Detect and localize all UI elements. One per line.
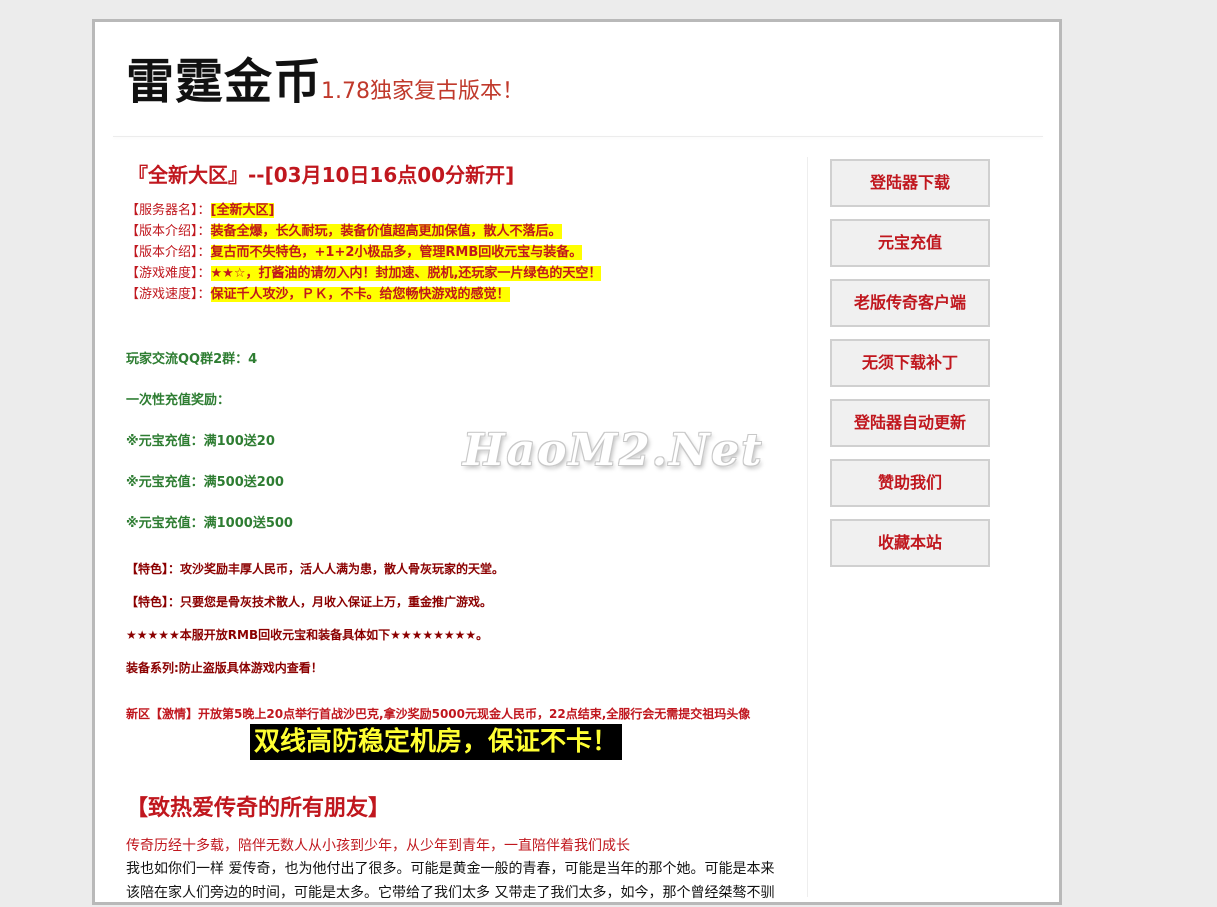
site-name[interactable]: 雷霆金币 — [126, 52, 322, 112]
sidebar-button-launcher-auto-update[interactable]: 登陆器自动更新 — [830, 399, 990, 447]
site-slogan: 1.78独家复古版本！ — [321, 79, 524, 104]
recharge-item: ※元宝充值：满100送20 — [126, 434, 275, 449]
sidebar-button-bookmark[interactable]: 收藏本站 — [830, 519, 990, 567]
sidebar-button-no-download-patch[interactable]: 无须下载补丁 — [830, 339, 990, 387]
info-value: 保证千人攻沙，ＰＫ，不卡。给您畅快游戏的感觉！ — [210, 287, 510, 302]
info-label: 【游戏速度】： — [126, 287, 211, 302]
info-label: 【版本介绍】： — [126, 224, 211, 239]
feature-line: ★★★★★本服开放RMB回收元宝和装备具体如下★★★★★★★★。 — [126, 628, 489, 642]
sidebar-button-old-client[interactable]: 老版传奇客户端 — [830, 279, 990, 327]
info-row-difficulty: 【游戏难度】：★★☆，打酱油的请勿入内！封加速、脱机,还玩家一片绿色的天空！ — [126, 264, 602, 284]
friends-title: 【致热爱传奇的所有朋友】 — [126, 796, 391, 821]
section-title: 『全新大区』--[03月10日16点00分新开] — [128, 163, 515, 187]
header-divider — [113, 136, 1043, 137]
feature-line: 【特色】：只要您是骨灰技术散人，月收入保证上万，重金推广游戏。 — [126, 595, 493, 609]
info-row-version-2: 【版本介绍】：复古而不失特色，+1+2小极品多，管理RMB回收元宝与装备。 — [126, 243, 583, 263]
info-row-version-1: 【版本介绍】：装备全爆，长久耐玩，装备价值超高更加保值，散人不落后。 — [126, 222, 562, 242]
new-zone-notice: 新区【激情】开放第5晚上20点举行首战沙巴克,拿沙奖励5000元现金人民币，22… — [126, 707, 751, 721]
sidebar-button-recharge[interactable]: 元宝充值 — [830, 219, 990, 267]
watermark: HaoM2.Net — [463, 425, 764, 476]
feature-line: 装备系列:防止盗版具体游戏内查看！ — [126, 661, 323, 675]
page-frame: 雷霆金币 1.78独家复古版本！ 『全新大区』--[03月10日16点00分新开… — [92, 19, 1062, 905]
recharge-title: 一次性充值奖励： — [126, 393, 231, 408]
info-value: [全新大区] — [210, 203, 275, 218]
intro-red-line: 传奇历经十多载，陪伴无数人从小孩到少年，从少年到青年，一直陪伴着我们成长 — [126, 838, 630, 854]
info-row-speed: 【游戏速度】：保证千人攻沙，ＰＫ，不卡。给您畅快游戏的感觉！ — [126, 285, 510, 305]
site-header: 雷霆金币 1.78独家复古版本！ — [95, 22, 1059, 137]
qq-group: 玩家交流QQ群2群：4 — [126, 352, 258, 367]
feature-line: 【特色】：攻沙奖励丰厚人民币，活人人满为患，散人骨灰玩家的天堂。 — [126, 562, 505, 576]
info-value: 复古而不失特色，+1+2小极品多，管理RMB回收元宝与装备。 — [210, 245, 583, 260]
info-label: 【游戏难度】： — [126, 266, 211, 281]
sidebar: 登陆器下载 元宝充值 老版传奇客户端 无须下载补丁 登陆器自动更新 赞助我们 收… — [830, 159, 990, 579]
info-row-server-name: 【服务器名】：[全新大区] — [126, 201, 275, 221]
info-label: 【版本介绍】： — [126, 245, 211, 260]
sidebar-button-sponsor[interactable]: 赞助我们 — [830, 459, 990, 507]
stability-banner: 双线高防稳定机房，保证不卡！ — [250, 724, 623, 760]
difficulty-stars: ★★☆ — [210, 266, 246, 281]
intro-paragraph: 我也如你们一样 爱传奇，也为他付出了很多。可能是黄金一般的青春，可能是当年的那个… — [126, 861, 775, 901]
recharge-item: ※元宝充值：满500送200 — [126, 475, 284, 490]
info-value: 装备全爆，长久耐玩，装备价值超高更加保值，散人不落后。 — [210, 224, 562, 239]
main-content: 『全新大区』--[03月10日16点00分新开] 【服务器名】：[全新大区] 【… — [126, 157, 806, 907]
sidebar-button-launcher-download[interactable]: 登陆器下载 — [830, 159, 990, 207]
info-label: 【服务器名】： — [126, 203, 211, 218]
info-value: ，打酱油的请勿入内！封加速、脱机,还玩家一片绿色的天空！ — [245, 266, 602, 281]
recharge-item: ※元宝充值：满1000送500 — [126, 516, 293, 531]
column-divider — [807, 157, 808, 897]
